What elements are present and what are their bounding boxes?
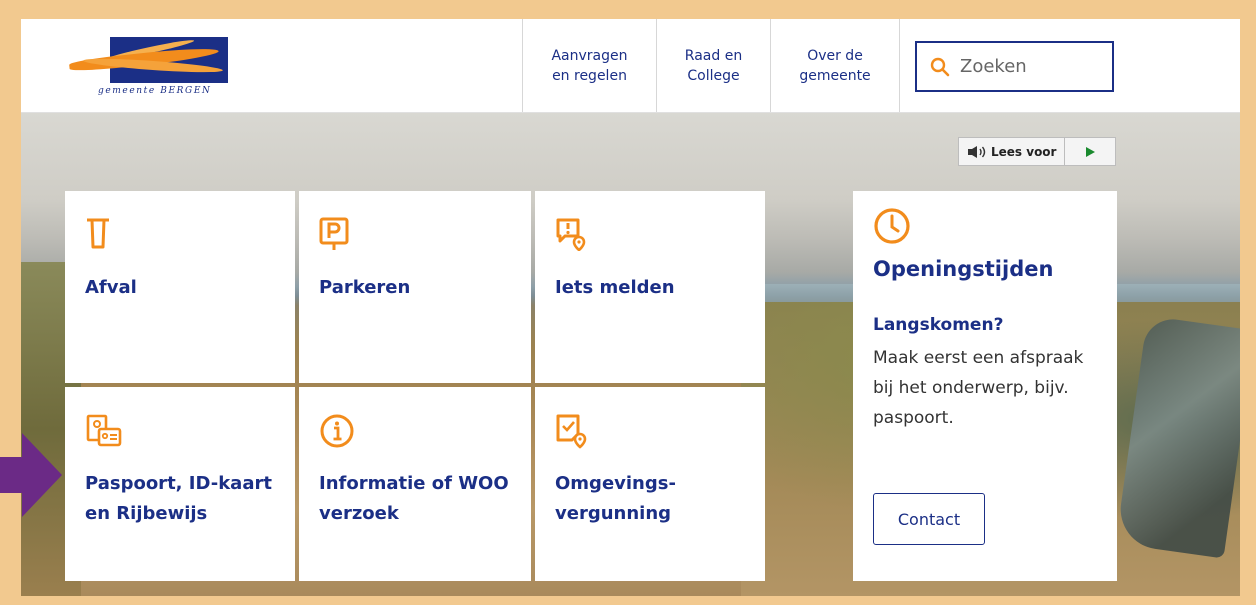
search-input[interactable] <box>958 55 1102 78</box>
nav-aanvragen[interactable]: Aanvragen en regelen <box>522 19 656 112</box>
contact-button[interactable]: Contact <box>873 493 985 545</box>
page-frame: gemeente BERGEN Aanvragen en regelen Raa… <box>21 19 1240 596</box>
tile-iets-melden[interactable]: Iets melden <box>535 191 765 383</box>
nav-raad-college-label: Raad en College <box>684 47 743 84</box>
opening-hours-subtitle: Langskomen? <box>873 315 1004 335</box>
nav-over-gemeente[interactable]: Over de gemeente <box>770 19 900 112</box>
opening-hours-title[interactable]: Openingstijden <box>873 257 1053 281</box>
tile-parkeren[interactable]: Parkeren <box>299 191 531 383</box>
read-aloud-label: Lees voor <box>991 144 1057 159</box>
opening-hours-card: Openingstijden Langskomen? Maak eerst ee… <box>853 191 1117 581</box>
nav-raad-college[interactable]: Raad en College <box>656 19 770 112</box>
nav-aanvragen-label: Aanvragen en regelen <box>551 47 628 84</box>
tile-informatie-woo-label: Informatie of WOO verzoek <box>319 473 509 524</box>
speaker-icon <box>968 145 986 158</box>
tile-iets-melden-label: Iets melden <box>555 277 675 298</box>
play-button[interactable] <box>1065 138 1115 165</box>
tile-paspoort[interactable]: Paspoort, ID-kaart en Rijbewijs <box>65 387 295 581</box>
search-box[interactable] <box>915 41 1114 92</box>
main-nav: Aanvragen en regelen Raad en College Ove… <box>522 19 900 112</box>
info-icon <box>320 414 354 448</box>
waste-bin-icon <box>87 218 109 249</box>
tile-paspoort-label: Paspoort, ID-kaart en Rijbewijs <box>85 473 272 524</box>
municipality-logo[interactable]: gemeente BERGEN <box>65 35 235 101</box>
permit-location-icon <box>556 414 587 449</box>
read-aloud-bar: Lees voor <box>958 137 1116 166</box>
tile-omgevingsvergunning[interactable]: Omgevings- vergunning <box>535 387 765 581</box>
tile-afval-label: Afval <box>85 277 137 298</box>
clock-icon <box>874 208 910 244</box>
tile-informatie-woo[interactable]: Informatie of WOO verzoek <box>299 387 531 581</box>
parking-icon <box>319 217 349 250</box>
read-aloud-button[interactable]: Lees voor <box>959 138 1066 165</box>
nav-over-gemeente-label: Over de gemeente <box>799 47 871 84</box>
id-documents-icon <box>86 414 122 447</box>
play-icon <box>1086 146 1096 157</box>
report-issue-icon <box>556 218 586 251</box>
pointer-arrow-icon <box>0 433 62 517</box>
tile-parkeren-label: Parkeren <box>319 277 411 298</box>
search-icon <box>930 57 950 76</box>
site-header: gemeente BERGEN Aanvragen en regelen Raa… <box>21 19 1240 113</box>
tile-omgevingsvergunning-label: Omgevings- vergunning <box>555 473 676 524</box>
logo-text: gemeente BERGEN <box>98 86 212 96</box>
opening-hours-text: Maak eerst een afspraak bij het onderwer… <box>873 348 1084 428</box>
tile-afval[interactable]: Afval <box>65 191 295 383</box>
